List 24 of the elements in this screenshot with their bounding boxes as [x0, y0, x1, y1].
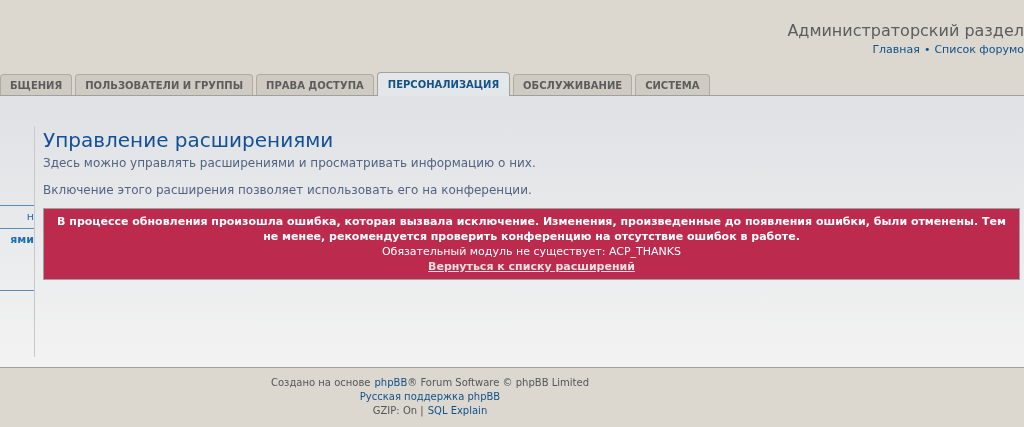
nav-tab[interactable]: СИСТЕМА [635, 74, 710, 95]
breadcrumb-link[interactable]: Список форумо [934, 42, 1024, 59]
nav-tab[interactable]: ОБСЛУЖИВАНИЕ [513, 74, 633, 95]
breadcrumb-link[interactable]: Главная [872, 42, 920, 59]
footer-text: GZIP: On | [372, 404, 424, 418]
footer-text: Создано на основе [271, 376, 371, 390]
nav-tab[interactable]: БЩЕНИЯ [0, 74, 73, 95]
footer-link[interactable]: phpBB [374, 376, 408, 390]
info-text: Включение этого расширения позволяет использовать его на конференции. [43, 182, 533, 199]
page-description: Здесь можно управлять расширениями и просматривать информацию о них. [43, 155, 537, 172]
error-message: В процессе обновления произошла ошибка, которая вызвала исключение. Изменения, произведенные до появления ошибки, были отменены. Тем не менее, рекомендуется проверить конференцию на отсутствие ошибок в работе. [56, 214, 1007, 244]
error-detail: Обязательный модуль не существует: ACP_THANKS [381, 244, 682, 259]
sidebar-link[interactable]: ями [0, 229, 34, 251]
back-link[interactable]: Вернуться к списку расширений [428, 259, 635, 274]
sidebar-link[interactable]: н [0, 206, 34, 229]
bullet-separator: • [923, 42, 931, 58]
footer-text: ® Forum Software © phpBB Limited [407, 376, 589, 390]
nav-tab[interactable]: ПОЛЬЗОВАТЕЛИ И ГРУППЫ [75, 74, 254, 95]
footer-link[interactable]: Русская поддержка phpBB [359, 390, 501, 404]
site-title: Администраторский раздел [787, 20, 1024, 42]
page-title: Управление расширениями [43, 128, 335, 152]
footer-link[interactable]: SQL Explain [427, 404, 488, 418]
nav-tab[interactable]: ПЕРСОНАЛИЗАЦИЯ [376, 72, 511, 96]
nav-tab[interactable]: ПРАВА ДОСТУПА [256, 74, 374, 95]
